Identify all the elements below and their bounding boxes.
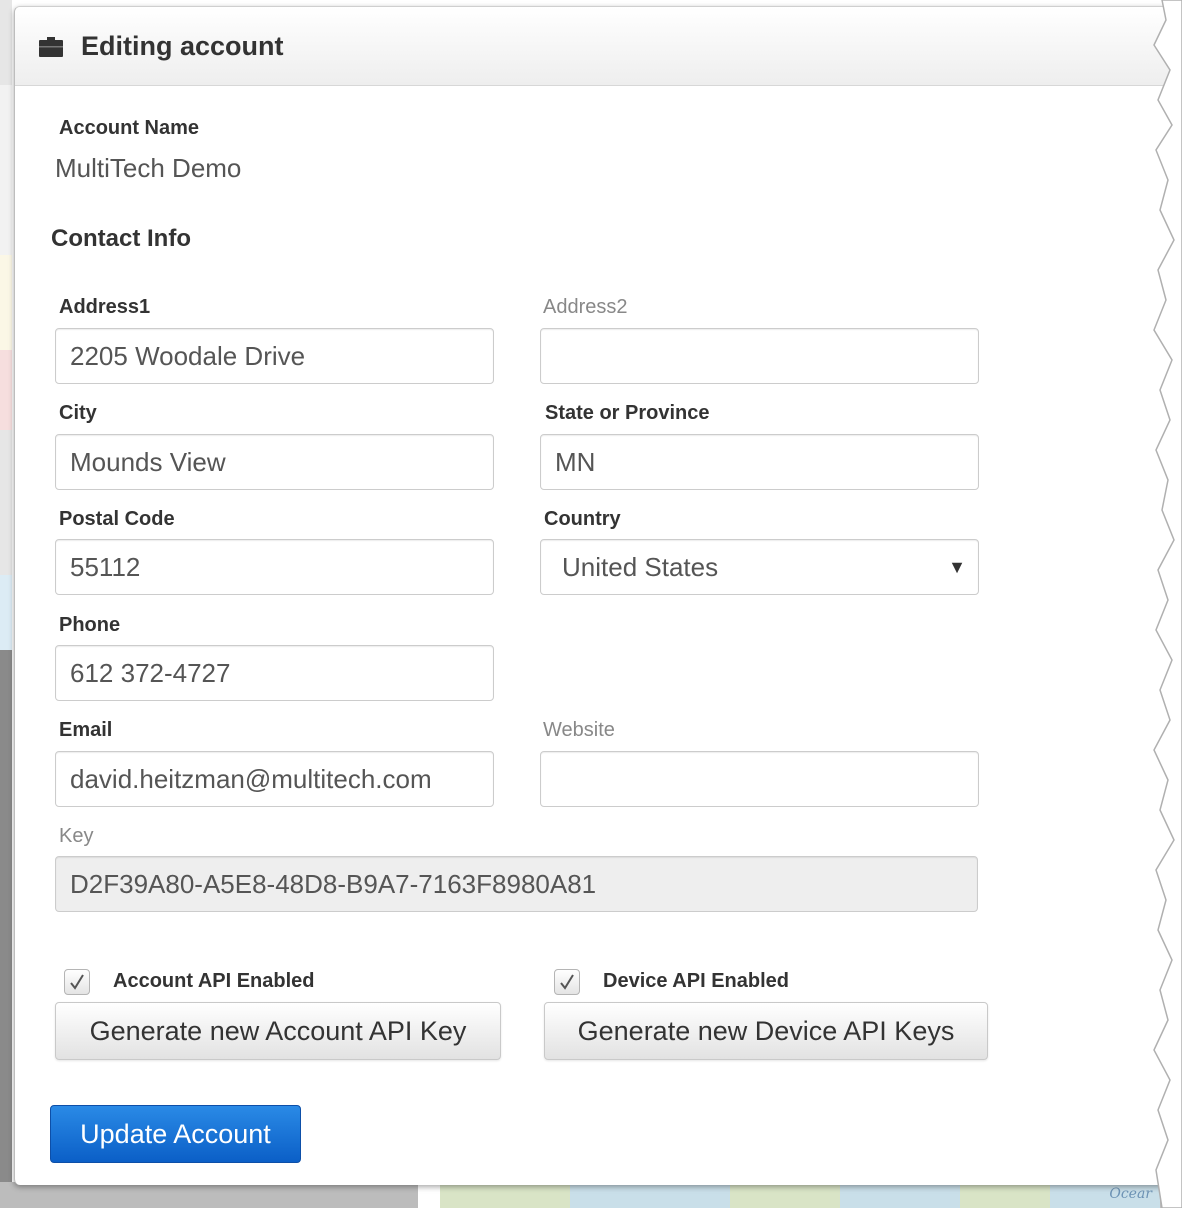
account-name-label: Account Name <box>59 117 200 139</box>
background-gap <box>418 1182 440 1208</box>
phone-input[interactable]: 612 372-4727 <box>55 645 494 701</box>
postal-code-input[interactable]: 55112 <box>55 539 494 595</box>
address2-input[interactable] <box>540 328 979 384</box>
checkmark-icon <box>560 974 574 990</box>
dropdown-caret-icon: ▼ <box>948 557 966 577</box>
state-label: State or Province <box>545 402 710 424</box>
checkmark-icon <box>70 974 84 990</box>
contact-info-heading: Contact Info <box>51 225 191 252</box>
key-label: Key <box>59 825 94 847</box>
country-select-value: United States <box>562 552 719 582</box>
city-label: City <box>59 402 97 424</box>
generate-account-api-key-button[interactable]: Generate new Account API Key <box>55 1002 501 1060</box>
torn-edge-decoration <box>1153 0 1182 1208</box>
email-label: Email <box>59 719 113 741</box>
website-input[interactable] <box>540 751 979 807</box>
device-api-enabled-label: Device API Enabled <box>603 970 789 992</box>
background-map: Ocear <box>440 1182 1160 1208</box>
update-account-button[interactable]: Update Account <box>50 1105 301 1163</box>
email-input[interactable]: david.heitzman@multitech.com <box>55 751 494 807</box>
postal-code-label: Postal Code <box>59 508 175 530</box>
device-api-enabled-checkbox[interactable] <box>554 969 580 995</box>
address1-label: Address1 <box>59 296 151 318</box>
account-name-value: MultiTech Demo <box>55 153 242 183</box>
address1-input[interactable]: 2205 Woodale Drive <box>55 328 494 384</box>
background-page-edge <box>0 0 12 1208</box>
state-input[interactable]: MN <box>540 434 979 490</box>
modal-title: Editing account <box>81 31 284 61</box>
account-api-enabled-label: Account API Enabled <box>113 970 315 992</box>
modal-header: Editing account <box>15 7 1182 86</box>
editing-account-modal: Editing account Account Name MultiTech D… <box>14 6 1182 1185</box>
country-label: Country <box>544 508 621 530</box>
city-input[interactable]: Mounds View <box>55 434 494 490</box>
phone-label: Phone <box>59 614 121 636</box>
key-readonly-field: D2F39A80-A5E8-48D8-B9A7-7163F8980A81 <box>55 856 978 912</box>
address2-label: Address2 <box>543 296 628 318</box>
country-select[interactable]: United States ▼ <box>540 539 979 595</box>
generate-device-api-keys-button[interactable]: Generate new Device API Keys <box>544 1002 988 1060</box>
briefcase-icon <box>39 37 63 57</box>
website-label: Website <box>543 719 615 741</box>
account-api-enabled-checkbox[interactable] <box>64 969 90 995</box>
